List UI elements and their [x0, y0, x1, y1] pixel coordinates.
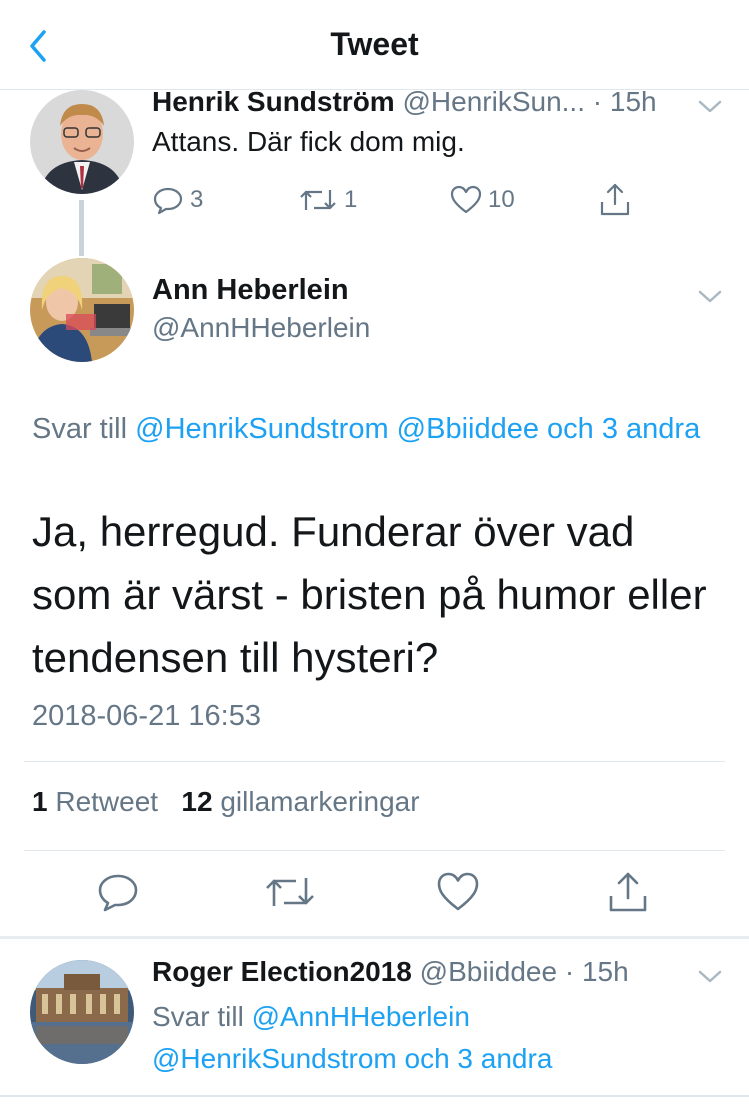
like-button[interactable]	[436, 870, 480, 914]
share-icon	[609, 872, 647, 912]
retweets-stat[interactable]: 1 Retweet	[32, 786, 158, 817]
reply-prefix: Svar till	[32, 413, 128, 445]
like-total: 12	[181, 786, 213, 817]
profile-photo-icon	[30, 960, 134, 1064]
like-button[interactable]: 10	[450, 184, 515, 216]
retweet-label: Retweet	[55, 786, 159, 817]
author-name[interactable]: Ann Heberlein	[152, 274, 349, 307]
avatar-ann[interactable]	[30, 258, 134, 362]
reply-button[interactable]: 3	[152, 184, 203, 216]
divider	[0, 1095, 749, 1097]
retweet-button[interactable]	[264, 870, 316, 914]
thread-connector	[79, 200, 84, 256]
tweet-stats: 1 Retweet 12 gillamarkeringar	[32, 786, 420, 818]
chevron-down-icon	[698, 290, 722, 303]
chevron-down-icon	[698, 100, 722, 113]
profile-photo-icon	[30, 90, 134, 194]
author-handle[interactable]: @Bbiiddee	[420, 956, 557, 987]
section-divider	[0, 936, 749, 939]
retweet-count: 1	[344, 186, 358, 213]
profile-photo-icon	[30, 258, 134, 362]
likes-stat[interactable]: 12 gillamarkeringar	[181, 786, 419, 817]
share-icon	[600, 183, 630, 216]
heart-icon	[450, 185, 482, 214]
reply-icon	[153, 187, 183, 215]
like-count: 10	[488, 186, 515, 213]
navigation-bar: Tweet	[0, 0, 749, 90]
tweet-time: · 15h	[564, 956, 629, 987]
divider	[24, 761, 725, 762]
reply-context: Svar till @AnnHHeberlein @HenrikSundstro…	[152, 996, 622, 1080]
tweet-header: Henrik Sundström @HenrikSun... · 15h	[152, 86, 657, 118]
avatar-roger[interactable]	[30, 960, 134, 1064]
retweet-icon	[300, 190, 336, 210]
share-button[interactable]	[598, 182, 632, 218]
tweet-menu-button[interactable]	[696, 286, 724, 306]
reply-targets-link[interactable]: @HenrikSundstrom @Bbiiddee och 3 andra	[135, 413, 700, 445]
reply-button[interactable]	[96, 870, 140, 914]
retweet-total: 1	[32, 786, 48, 817]
tweet-timestamp: 2018-06-21 16:53	[32, 700, 261, 732]
like-label: gillamarkeringar	[220, 786, 420, 817]
author-handle[interactable]: @HenrikSun...	[402, 86, 585, 117]
heart-icon	[437, 872, 479, 911]
page-title: Tweet	[330, 26, 419, 62]
share-button[interactable]	[606, 870, 650, 914]
reply-context: Svar till @HenrikSundstrom @Bbiiddee och…	[32, 408, 722, 450]
tweet-menu-button[interactable]	[696, 966, 724, 986]
reply-prefix: Svar till	[152, 1001, 244, 1032]
retweet-button[interactable]: 1	[298, 184, 357, 216]
chevron-down-icon	[698, 970, 722, 983]
tweet-text: Attans. Där fick dom mig.	[152, 126, 465, 157]
author-name[interactable]: Roger Election2018	[152, 956, 412, 987]
retweet-icon	[266, 878, 314, 906]
tweet-text: Ja, herregud. Funderar över vad som är v…	[32, 508, 707, 681]
tweet-time: · 15h	[592, 86, 657, 117]
tweet-menu-button[interactable]	[696, 96, 724, 116]
avatar-henrik[interactable]	[30, 90, 134, 194]
divider	[24, 850, 725, 851]
reply-icon	[98, 874, 138, 912]
tweet-header: Roger Election2018 @Bbiiddee · 15h	[152, 956, 629, 988]
author-handle[interactable]: @AnnHHeberlein	[152, 312, 370, 344]
reply-count: 3	[190, 186, 204, 213]
author-name[interactable]: Henrik Sundström	[152, 86, 395, 117]
